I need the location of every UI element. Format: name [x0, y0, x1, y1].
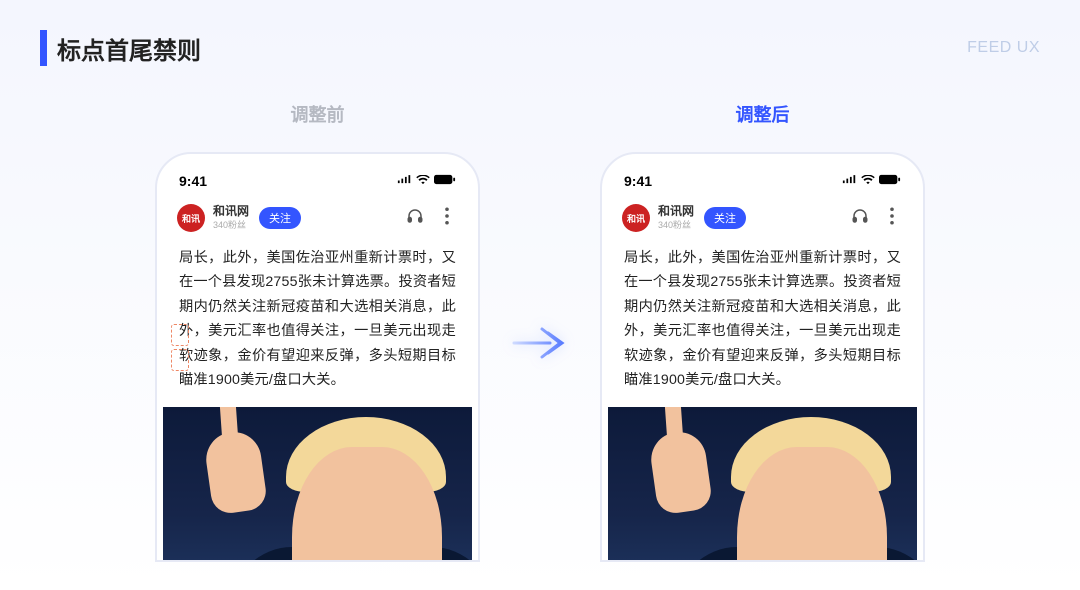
avatar[interactable]: 和讯 — [177, 204, 205, 232]
follow-button[interactable]: 关注 — [259, 207, 301, 229]
transition-arrow — [510, 101, 570, 365]
wifi-icon — [861, 172, 875, 190]
status-icons — [842, 172, 901, 190]
title-group: 标点首尾禁则 — [40, 30, 201, 66]
comparison-row: 调整前 9:41 和讯 和讯网 — [0, 76, 1080, 562]
source-name[interactable]: 和讯网 — [213, 205, 249, 218]
phone-mock-before: 9:41 和讯 和讯网 340粉丝 — [155, 152, 480, 562]
status-time: 9:41 — [624, 173, 652, 189]
signal-icon — [397, 172, 412, 190]
status-bar: 9:41 — [163, 172, 472, 204]
wifi-icon — [416, 172, 430, 190]
arrow-right-icon — [512, 321, 568, 365]
source-fans: 340粉丝 — [658, 218, 694, 231]
article-image — [163, 407, 472, 562]
before-column: 调整前 9:41 和讯 和讯网 — [155, 101, 480, 562]
article-body-after: 局长，此外，美国佐治亚州重新计票时，又在一个县发现2755张未计算选票。投资者短… — [608, 242, 917, 397]
page-title: 标点首尾禁则 — [57, 31, 201, 66]
avatar[interactable]: 和讯 — [622, 204, 650, 232]
source-meta: 和讯网 340粉丝 — [213, 205, 249, 231]
before-label: 调整前 — [291, 101, 345, 127]
after-label: 调整后 — [736, 101, 790, 127]
article-body-before: 局长，此外，美国佐治亚州重新计票时，又在一个县发现2755张未计算选票。投资者短… — [163, 242, 472, 397]
article-image — [608, 407, 917, 562]
page-header: 标点首尾禁则 FEED UX — [0, 0, 1080, 76]
feed-header: 和讯 和讯网 340粉丝 关注 — [608, 204, 917, 242]
headphones-icon[interactable] — [402, 207, 428, 229]
punctuation-error-highlight-1 — [171, 324, 189, 346]
phone-mock-after: 9:41 和讯 和讯网 340粉丝 — [600, 152, 925, 562]
status-time: 9:41 — [179, 173, 207, 189]
punctuation-error-highlight-2 — [171, 349, 189, 371]
battery-icon — [879, 172, 901, 190]
brand-logo: FEED UX — [967, 39, 1040, 57]
after-column: 调整后 9:41 和讯 和讯网 — [600, 101, 925, 562]
headphones-icon[interactable] — [847, 207, 873, 229]
source-name[interactable]: 和讯网 — [658, 205, 694, 218]
status-bar: 9:41 — [608, 172, 917, 204]
signal-icon — [842, 172, 857, 190]
battery-icon — [434, 172, 456, 190]
source-meta: 和讯网 340粉丝 — [658, 205, 694, 231]
feed-header: 和讯 和讯网 340粉丝 关注 — [163, 204, 472, 242]
follow-button[interactable]: 关注 — [704, 207, 746, 229]
more-vert-icon[interactable] — [881, 207, 903, 229]
title-accent-bar — [40, 30, 47, 66]
status-icons — [397, 172, 456, 190]
source-fans: 340粉丝 — [213, 218, 249, 231]
more-vert-icon[interactable] — [436, 207, 458, 229]
